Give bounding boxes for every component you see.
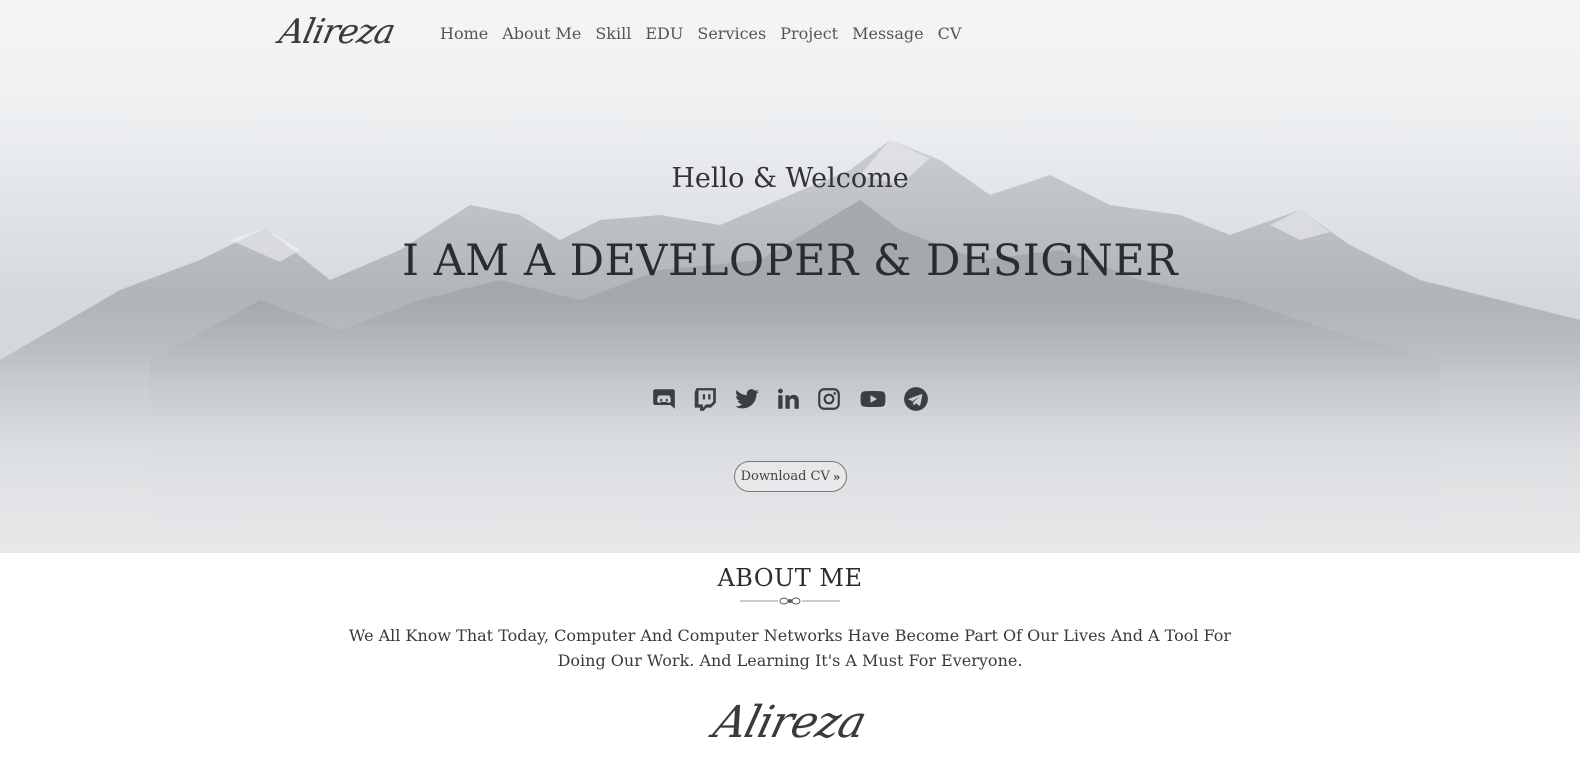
main-nav: Home About Me Skill EDU Services Project… bbox=[440, 24, 975, 43]
nav-item-skill[interactable]: Skill bbox=[595, 24, 631, 43]
nav-item-edu[interactable]: EDU bbox=[645, 24, 683, 43]
nav-item-message[interactable]: Message bbox=[852, 24, 924, 43]
youtube-icon[interactable] bbox=[857, 385, 889, 413]
discord-icon[interactable] bbox=[650, 385, 678, 413]
about-title: ABOUT ME bbox=[717, 564, 863, 592]
twitch-icon[interactable] bbox=[691, 385, 719, 413]
nav-item-about-me[interactable]: About Me bbox=[502, 24, 581, 43]
about-text: We All Know That Today, Computer And Com… bbox=[348, 626, 1232, 670]
hero-section: Alireza Home About Me Skill EDU Services… bbox=[0, 0, 1580, 553]
instagram-icon[interactable] bbox=[815, 385, 843, 413]
nav-item-home[interactable]: Home bbox=[440, 24, 488, 43]
signature: Alireza bbox=[0, 697, 1580, 748]
linkedin-icon[interactable] bbox=[774, 385, 802, 413]
download-cv-label: Download CV bbox=[740, 469, 830, 484]
nav-item-services[interactable]: Services bbox=[697, 24, 766, 43]
twitter-icon[interactable] bbox=[733, 385, 761, 413]
signature-text: Alireza bbox=[708, 697, 872, 748]
download-cv-button[interactable]: Download CV » bbox=[734, 461, 847, 492]
nav-item-cv[interactable]: CV bbox=[938, 24, 962, 43]
nav-item-project[interactable]: Project bbox=[780, 24, 838, 43]
chevron-double-down-icon: » bbox=[832, 469, 841, 484]
ornament-divider bbox=[740, 597, 840, 605]
telegram-icon[interactable] bbox=[902, 385, 930, 413]
logo[interactable]: Alireza bbox=[276, 12, 398, 52]
hero-headline: I AM A DEVELOPER & DESIGNER bbox=[401, 236, 1179, 286]
hero-greeting: Hello & Welcome bbox=[671, 163, 909, 194]
social-links bbox=[650, 384, 930, 414]
